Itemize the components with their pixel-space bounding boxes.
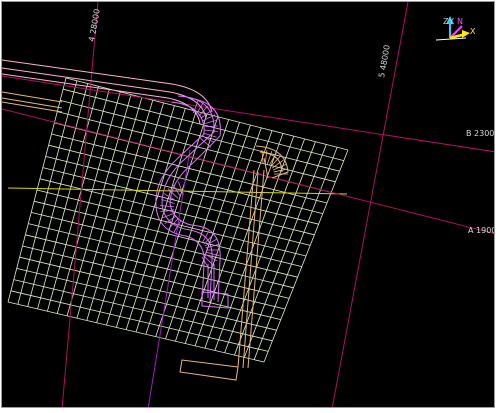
pipe-bend-segments	[160, 99, 220, 270]
floor-grid-mesh	[7, 77, 349, 363]
ucs-y-label: Y	[448, 17, 454, 26]
column-line	[147, 149, 191, 407]
mesh-line-v	[19, 256, 281, 320]
ucs-axis-icon[interactable]: Z Y N X	[435, 16, 476, 41]
mesh-line-v	[7, 301, 265, 363]
gridline-4	[61, 2, 99, 407]
pipe-run-left-tan	[2, 91, 63, 113]
ucs-x-label: X	[470, 27, 476, 36]
bend-segment	[203, 234, 214, 245]
gridline-b	[2, 75, 494, 153]
gridline-a-label: A 19000	[468, 226, 495, 235]
bend-segment	[201, 256, 210, 270]
bend-segment	[201, 230, 210, 244]
mesh-line-v	[10, 290, 269, 352]
cad-model-viewport[interactable]: 4 28000 5 48000 B 23000 A 19000 Z Y N X	[1, 1, 495, 408]
bend-segment	[203, 132, 217, 138]
mesh-line-v	[16, 268, 277, 331]
mesh-line-v	[60, 100, 340, 172]
gridline-b-label: B 23000	[466, 129, 495, 138]
ucs-x-arrow	[462, 30, 470, 38]
gridline-a	[2, 108, 494, 235]
mesh-line-v	[13, 279, 273, 342]
ucs-n-label: N	[457, 17, 463, 26]
mesh-line-v	[57, 111, 336, 183]
bend-segment	[203, 129, 218, 133]
mesh-line-v	[25, 234, 290, 299]
bend-segment	[203, 125, 218, 128]
bend-segment	[203, 119, 218, 125]
gridline-5	[331, 2, 409, 407]
gridline-5-label: 5 48000	[377, 44, 392, 78]
gridline-4-label: 4 28000	[87, 8, 102, 42]
bend-segment	[204, 238, 218, 247]
cad-drawing-canvas[interactable]: 4 28000 5 48000 B 23000 A 19000 Z Y N X	[2, 2, 495, 408]
